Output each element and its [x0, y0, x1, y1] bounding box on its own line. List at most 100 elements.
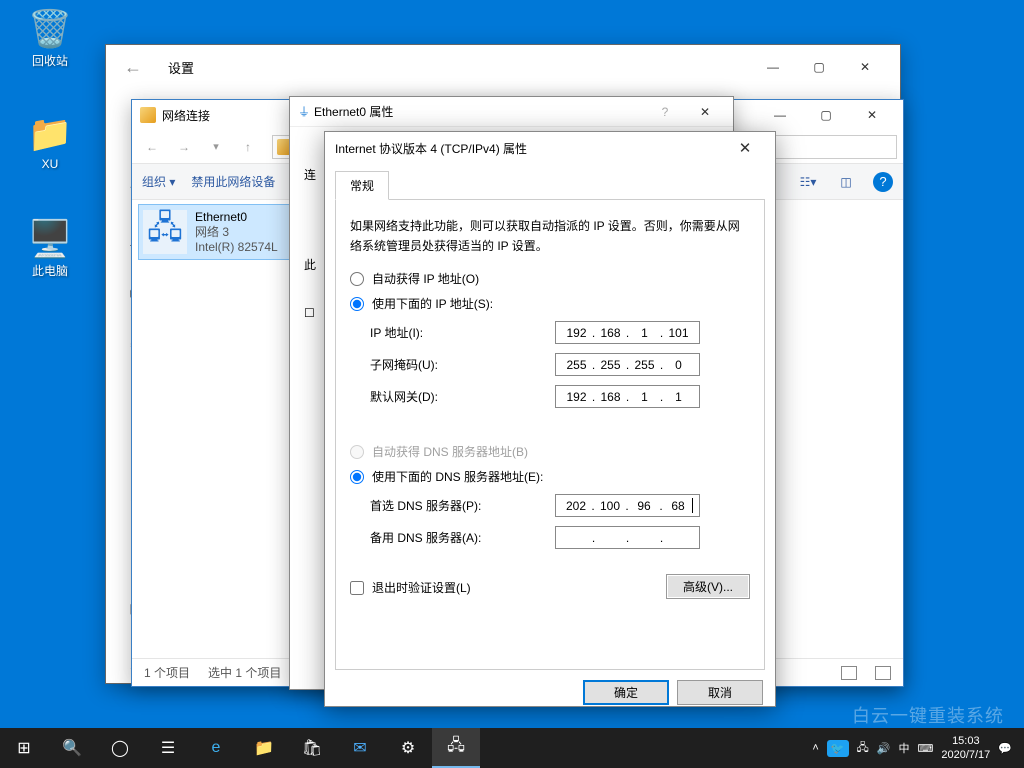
validate-on-exit-input[interactable]: [350, 581, 364, 595]
help-button[interactable]: ?: [645, 101, 685, 123]
close-button[interactable]: ✕: [685, 101, 725, 123]
maximize-button[interactable]: ▢: [796, 52, 842, 82]
label-gateway: 默认网关(D):: [370, 388, 555, 405]
desktop-icon-this-pc[interactable]: 🖥️ 此电脑: [13, 218, 87, 279]
ok-button[interactable]: 确定: [583, 680, 669, 705]
view-icons-icon[interactable]: [875, 666, 891, 680]
desktop-icon-label: 回收站: [32, 54, 68, 68]
tray-keyboard-icon[interactable]: ⌨: [917, 742, 933, 755]
minimize-button[interactable]: —: [750, 52, 796, 82]
search-button[interactable]: 🔍: [48, 728, 96, 768]
taskview-button[interactable]: ☰: [144, 728, 192, 768]
adapter-device: Intel(R) 82574L: [195, 240, 278, 255]
label-preferred-dns: 首选 DNS 服务器(P):: [370, 497, 555, 514]
nav-history-button[interactable]: ▾: [202, 135, 230, 159]
settings-icon[interactable]: ⚙: [384, 728, 432, 768]
status-selection: 选中 1 个项目: [208, 664, 281, 681]
radio-static-ip-label: 使用下面的 IP 地址(S):: [372, 295, 493, 312]
radio-static-dns[interactable]: 使用下面的 DNS 服务器地址(E):: [350, 468, 750, 485]
radio-static-ip-input[interactable]: [350, 297, 364, 311]
radio-auto-dns: 自动获得 DNS 服务器地址(B): [350, 443, 750, 460]
taskbar: ⊞ 🔍 ◯ ☰ e 📁 🛍 ✉ ⚙ 🖧 ˄ 🐦 🖧 🔊 中 ⌨ 15:03 20…: [0, 728, 1024, 768]
validate-on-exit-label: 退出时验证设置(L): [372, 579, 471, 596]
ipv4-properties-dialog: Internet 协议版本 4 (TCP/IPv4) 属性 ✕ 常规 如果网络支…: [324, 131, 776, 707]
ipv4-title: Internet 协议版本 4 (TCP/IPv4) 属性: [335, 140, 527, 157]
radio-auto-dns-input: [350, 445, 364, 459]
adapter-network: 网络 3: [195, 225, 278, 240]
ethprops-title: Ethernet0 属性: [314, 103, 393, 120]
tray-notifications-icon[interactable]: 💬: [998, 742, 1012, 755]
desktop-icon-user-folder[interactable]: 📁 XU: [13, 113, 87, 171]
tray-network-icon[interactable]: 🖧: [857, 739, 869, 758]
tray-time: 15:03: [941, 734, 990, 748]
tray-volume-icon[interactable]: 🔊: [877, 742, 891, 755]
nav-up-button[interactable]: ↑: [234, 135, 262, 159]
folder-icon: 📁: [29, 113, 71, 155]
label-alternate-dns: 备用 DNS 服务器(A):: [370, 529, 555, 546]
text-caret: [692, 498, 693, 513]
tab-strip: 常规: [335, 170, 765, 200]
ethernet-adapter-icon: 🖧: [143, 210, 187, 254]
preferred-dns-input[interactable]: 202. 100. 96. 68: [555, 494, 700, 517]
desktop-icon-label: XU: [42, 157, 59, 171]
preview-pane-button[interactable]: ◫: [835, 171, 857, 193]
minimize-button[interactable]: —: [757, 104, 803, 126]
recycle-bin-icon: 🗑️: [29, 8, 71, 50]
close-button[interactable]: ✕: [725, 136, 765, 160]
close-button[interactable]: ✕: [849, 104, 895, 126]
nav-forward-button[interactable]: →: [170, 135, 198, 159]
settings-titlebar: ← 设置 — ▢ ✕: [106, 45, 900, 89]
desktop-icon-recycle-bin[interactable]: 🗑️ 回收站: [13, 8, 87, 69]
tab-panel-general: 如果网络支持此功能，则可以获取自动指派的 IP 设置。否则，你需要从网络系统管理…: [335, 200, 765, 670]
tray-date: 2020/7/17: [941, 748, 990, 762]
tray-ime-indicator[interactable]: 中: [898, 740, 909, 756]
desktop-icon-label: 此电脑: [32, 264, 68, 278]
ip-address-input[interactable]: 192. 168. 1. 101: [555, 321, 700, 344]
watermark-text: 白云一键重装系统: [852, 702, 1004, 728]
gateway-input[interactable]: 192. 168. 1. 1: [555, 385, 700, 408]
nav-back-button[interactable]: ←: [138, 135, 166, 159]
radio-auto-ip-label: 自动获得 IP 地址(O): [372, 270, 479, 287]
organize-menu[interactable]: 组织 ▾: [142, 173, 175, 190]
system-tray: ˄ 🐦 🖧 🔊 中 ⌨ 15:03 2020/7/17 💬: [812, 728, 1024, 768]
netconn-title: 网络连接: [162, 107, 210, 124]
computer-icon: 🖥️: [29, 218, 71, 260]
label-subnet-mask: 子网掩码(U):: [370, 356, 555, 373]
close-button[interactable]: ✕: [842, 52, 888, 82]
radio-auto-ip-input[interactable]: [350, 272, 364, 286]
disable-device-button[interactable]: 禁用此网络设备: [191, 173, 275, 190]
help-icon[interactable]: ?: [873, 172, 893, 192]
back-button[interactable]: ←: [118, 52, 148, 82]
store-icon[interactable]: 🛍: [288, 728, 336, 768]
network-connections-taskbar-icon[interactable]: 🖧: [432, 728, 480, 768]
cortana-button[interactable]: ◯: [96, 728, 144, 768]
tray-chevron-up-icon[interactable]: ˄: [812, 742, 818, 754]
explorer-icon[interactable]: 📁: [240, 728, 288, 768]
view-details-icon[interactable]: [841, 666, 857, 680]
maximize-button[interactable]: ▢: [803, 104, 849, 126]
ethernet-icon: ⏚: [298, 103, 310, 120]
advanced-button[interactable]: 高级(V)...: [666, 574, 750, 599]
radio-auto-dns-label: 自动获得 DNS 服务器地址(B): [372, 443, 528, 460]
tab-general[interactable]: 常规: [335, 171, 389, 200]
status-item-count: 1 个项目: [144, 664, 190, 681]
ipv4-titlebar: Internet 协议版本 4 (TCP/IPv4) 属性 ✕: [325, 132, 775, 164]
settings-title: 设置: [168, 58, 194, 77]
ipv4-description: 如果网络支持此功能，则可以获取自动指派的 IP 设置。否则，你需要从网络系统管理…: [350, 216, 750, 256]
start-button[interactable]: ⊞: [0, 728, 48, 768]
view-options-button[interactable]: ☷▾: [797, 171, 819, 193]
edge-icon[interactable]: e: [192, 728, 240, 768]
subnet-mask-input[interactable]: 255. 255. 255. 0: [555, 353, 700, 376]
tray-clock[interactable]: 15:03 2020/7/17: [941, 734, 990, 762]
cancel-button[interactable]: 取消: [677, 680, 763, 705]
mail-icon[interactable]: ✉: [336, 728, 384, 768]
radio-static-ip[interactable]: 使用下面的 IP 地址(S):: [350, 295, 750, 312]
radio-auto-ip[interactable]: 自动获得 IP 地址(O): [350, 270, 750, 287]
tray-twitter-icon[interactable]: 🐦: [827, 740, 849, 757]
alternate-dns-input[interactable]: . . .: [555, 526, 700, 549]
adapter-name: Ethernet0: [195, 210, 278, 225]
network-connections-icon: [140, 107, 156, 123]
radio-static-dns-input[interactable]: [350, 470, 364, 484]
label-ip: IP 地址(I):: [370, 324, 555, 341]
radio-static-dns-label: 使用下面的 DNS 服务器地址(E):: [372, 468, 543, 485]
